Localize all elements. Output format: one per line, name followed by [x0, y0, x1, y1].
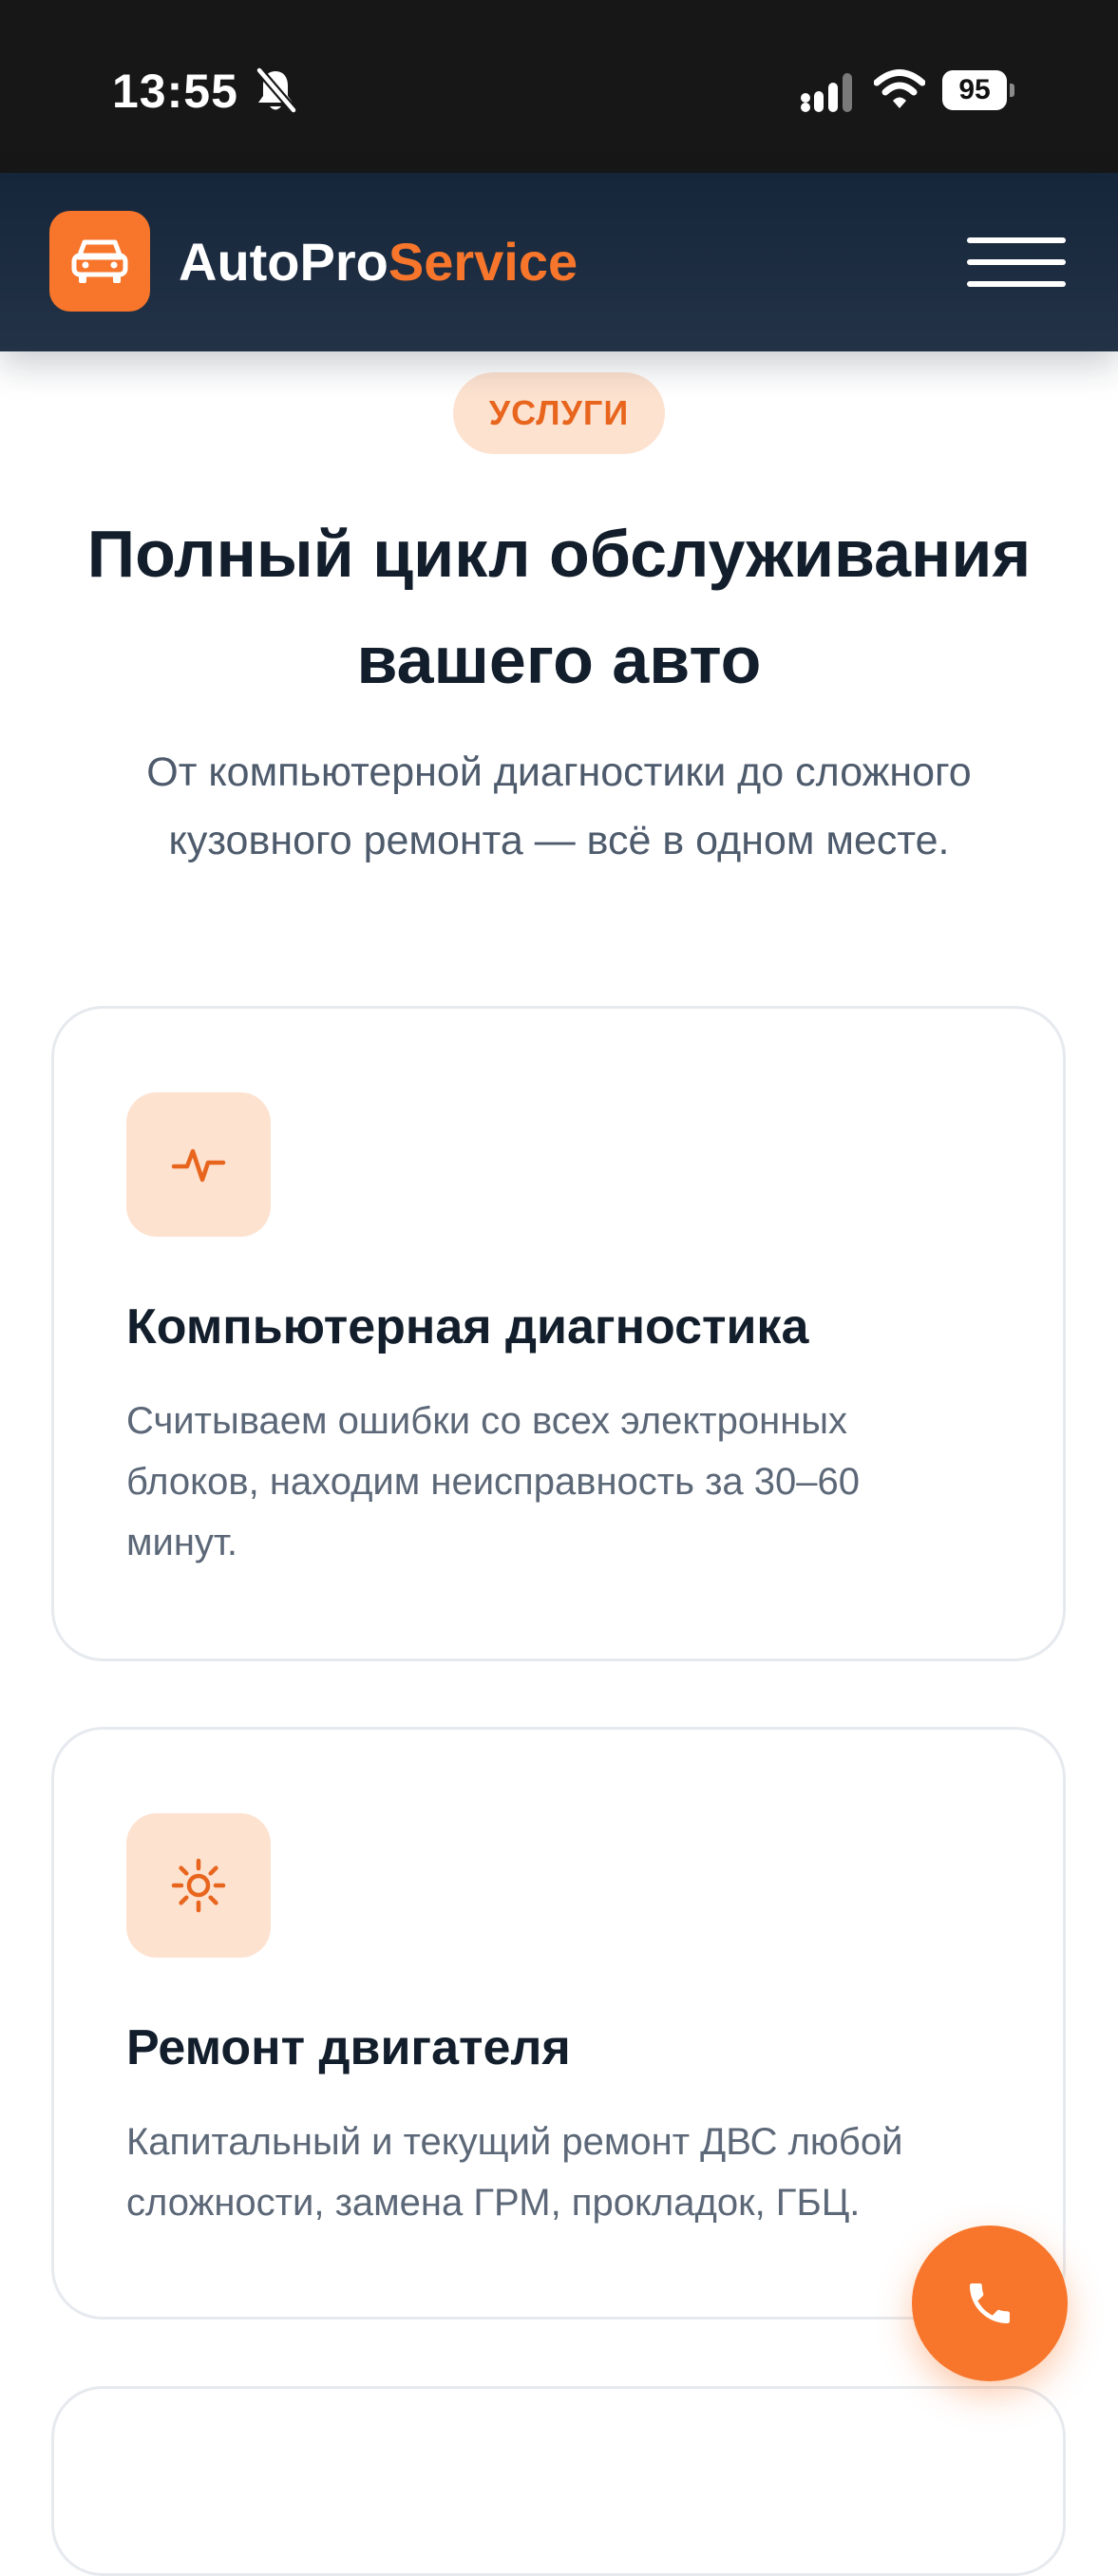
service-description: Считываем ошибки со всех электронных бло…: [126, 1400, 860, 1563]
hamburger-menu-icon-line: [967, 281, 1066, 287]
hamburger-menu-icon: [967, 237, 1066, 243]
service-icon-badge: [126, 1813, 271, 1958]
hamburger-menu-button[interactable]: [963, 236, 1070, 289]
service-card-partial[interactable]: [51, 2386, 1066, 2576]
site-header: AutoProService: [0, 173, 1118, 351]
hamburger-menu-icon-line: [967, 259, 1066, 265]
car-icon: [71, 239, 128, 283]
sun-gear-icon: [171, 1858, 226, 1913]
brand-name[interactable]: AutoProService: [179, 232, 578, 293]
wifi-icon: [874, 69, 925, 108]
service-icon-badge: [126, 1092, 271, 1237]
service-description: Капитальный и текущий ремонт ДВС любой с…: [126, 2121, 903, 2224]
service-title: Ремонт двигателя: [126, 2020, 571, 2075]
service-card-engine-repair[interactable]: Ремонт двигателя Капитальный и текущий р…: [51, 1727, 1066, 2320]
phone-icon: [970, 2283, 1010, 2323]
battery-cap: [1010, 84, 1014, 97]
bell-off-icon: [255, 66, 296, 114]
page-title: Полный цикл обслуживания вашего авто: [86, 517, 1032, 697]
pulse-icon: [171, 1148, 226, 1183]
brand-part-autopro: AutoPro: [179, 232, 388, 292]
brand-part-service: Service: [388, 232, 578, 292]
battery-indicator: 95: [942, 70, 1014, 110]
status-time: 13:55: [112, 65, 238, 118]
signal-icon: [801, 73, 852, 112]
call-button[interactable]: [912, 2226, 1068, 2381]
section-badge: УСЛУГИ: [453, 372, 665, 454]
page-subtitle: От компьютерной диагностики до сложного …: [146, 749, 972, 863]
logo[interactable]: [49, 211, 150, 312]
battery-level: 95: [942, 70, 1007, 110]
service-card-diagnostics[interactable]: Компьютерная диагностика Считываем ошибк…: [51, 1006, 1066, 1661]
status-bar: 13:55 95: [0, 0, 1118, 173]
service-title: Компьютерная диагностика: [126, 1299, 809, 1354]
